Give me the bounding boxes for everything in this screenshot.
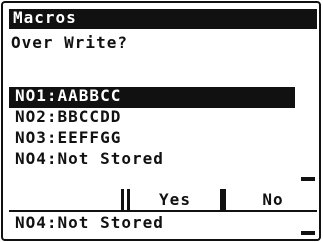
no-button[interactable]: No — [223, 189, 320, 211]
footer-list-item: NO4:Not Stored — [15, 213, 164, 232]
list-item-no3[interactable]: NO3:EEFFGG — [9, 129, 295, 150]
softkey-bar: Yes No — [9, 189, 317, 211]
list-item-no4[interactable]: NO4:Not Stored — [9, 150, 295, 171]
blank-softkey[interactable] — [9, 189, 124, 211]
scrollbar[interactable] — [299, 87, 317, 187]
macro-list: NO1:AABBCC NO2:BBCCDD NO3:EEFFGG NO4:Not… — [9, 87, 295, 171]
lcd-screen: Macros Over Write? NO1:AABBCC NO2:BBCCDD… — [1, 1, 321, 241]
yes-button[interactable]: Yes — [127, 189, 223, 211]
list-item-no2[interactable]: NO2:BBCCDD — [9, 108, 295, 129]
scroll-thumb[interactable] — [301, 177, 315, 181]
divider — [9, 210, 317, 212]
window-title: Macros — [9, 9, 317, 29]
footer-scroll-marker — [301, 231, 315, 235]
overwrite-prompt: Over Write? — [11, 33, 128, 52]
list-item-no1[interactable]: NO1:AABBCC — [9, 87, 295, 108]
